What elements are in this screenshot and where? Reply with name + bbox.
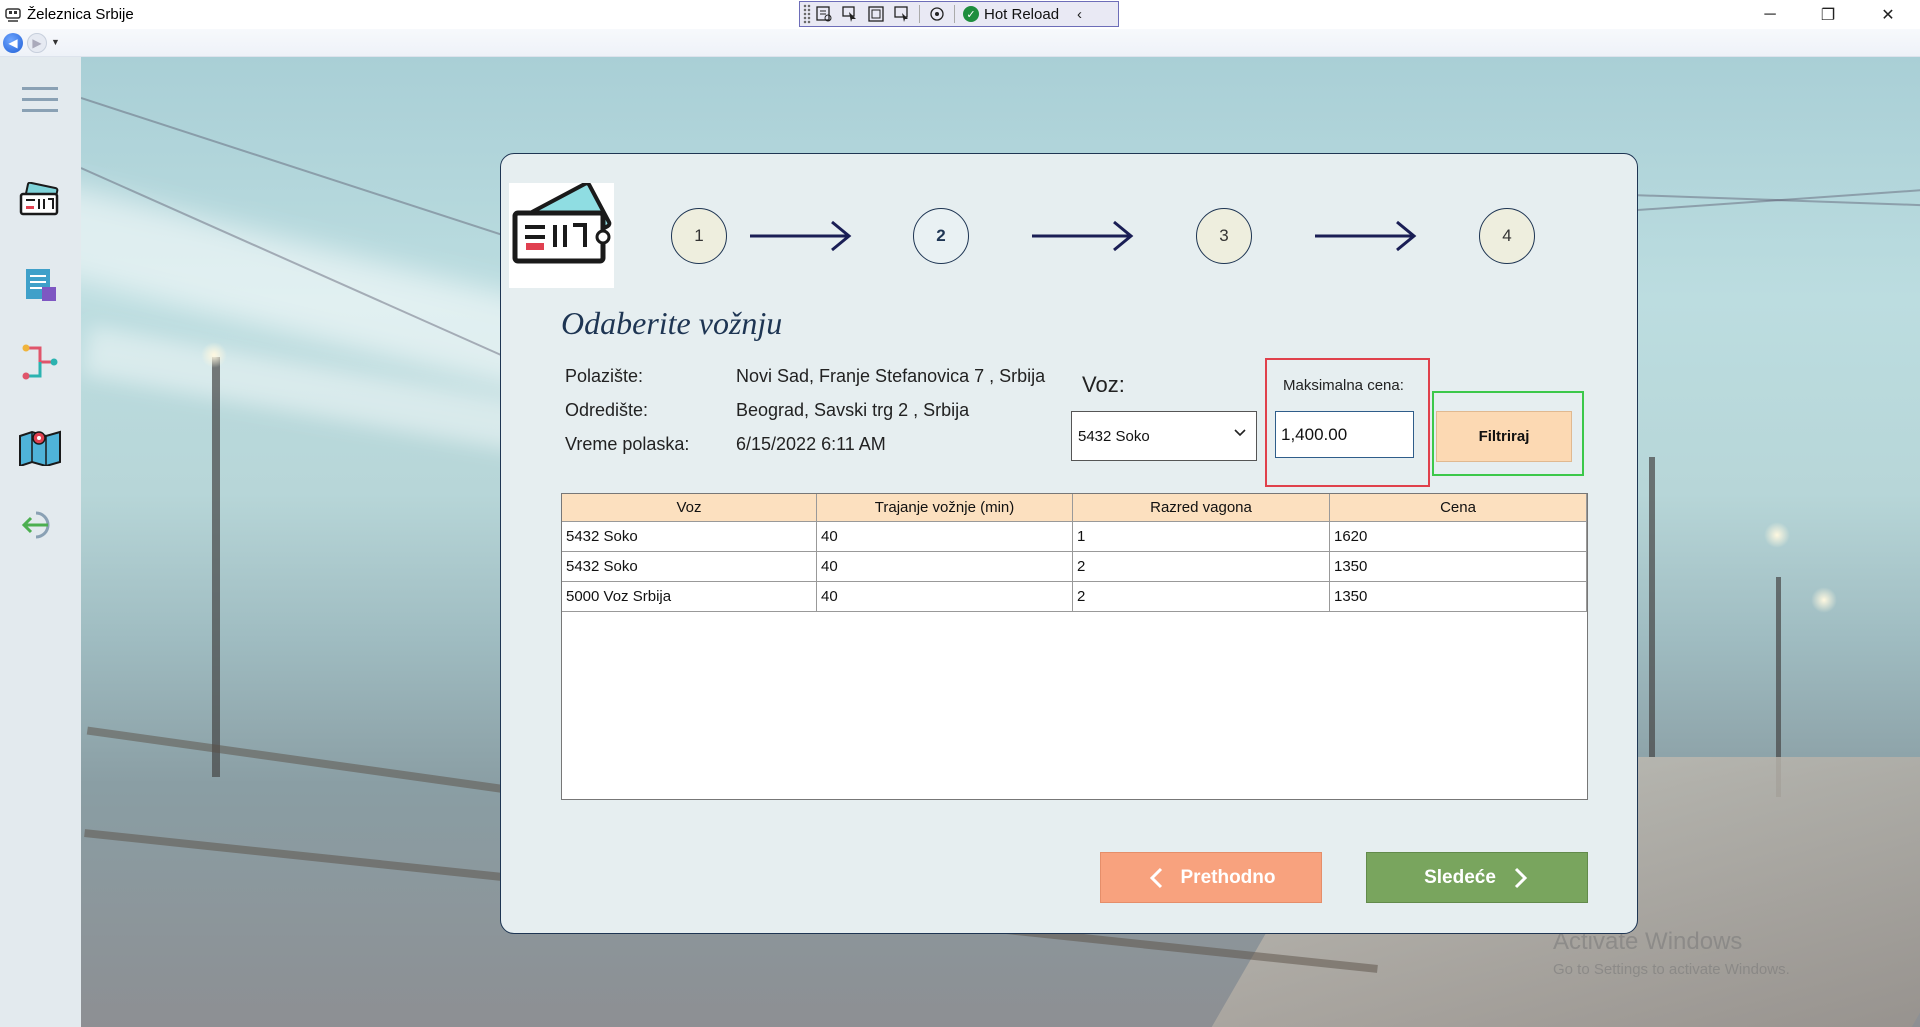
step-4: 4 xyxy=(1479,208,1535,264)
window-title: Železnica Srbije xyxy=(27,6,134,23)
next-button-label: Sledeće xyxy=(1424,866,1496,888)
app-icon xyxy=(5,8,21,22)
list-icon[interactable] xyxy=(14,260,66,310)
lamp-post xyxy=(212,357,220,777)
table-cell: 1350 xyxy=(1330,582,1587,612)
train-label: Voz: xyxy=(1082,372,1125,397)
column-header[interactable]: Razred vagona xyxy=(1073,494,1330,522)
destination-value: Beograd, Savski trg 2 , Srbija xyxy=(736,400,970,420)
xaml-debug-toolbar: ✓ Hot Reload ‹ xyxy=(799,1,1119,27)
minimize-button[interactable]: ─ xyxy=(1742,0,1798,29)
toolbar-separator xyxy=(954,5,955,23)
table-cell: 1620 xyxy=(1330,522,1587,552)
live-visual-tree-icon[interactable] xyxy=(811,3,837,25)
max-price-label: Maksimalna cena: xyxy=(1283,377,1404,394)
column-header[interactable]: Cena xyxy=(1330,494,1587,522)
chevron-down-icon xyxy=(1234,429,1246,437)
max-price-input[interactable]: 1,400.00 xyxy=(1275,411,1414,458)
table-row[interactable]: 5000 Voz Srbija 40 2 1350 xyxy=(562,582,1587,612)
table-cell: 2 xyxy=(1073,552,1330,582)
restore-button[interactable]: ❐ xyxy=(1800,0,1856,29)
catenary-pole xyxy=(1649,457,1655,757)
arrow-right-icon xyxy=(1032,220,1134,252)
step-1: 1 xyxy=(671,208,727,264)
arrow-right-icon xyxy=(1315,220,1417,252)
lamp-light xyxy=(1764,522,1790,548)
table-cell: 1350 xyxy=(1330,552,1587,582)
previous-button-label: Prethodno xyxy=(1180,866,1276,888)
step-label: 3 xyxy=(1219,226,1229,245)
column-header[interactable]: Voz xyxy=(562,494,817,522)
previous-button[interactable]: Prethodno xyxy=(1100,852,1322,903)
logout-icon[interactable] xyxy=(14,500,66,550)
back-button[interactable]: ◀ xyxy=(3,33,23,53)
filter-button[interactable]: Filtriraj xyxy=(1436,411,1572,462)
step-label: 4 xyxy=(1502,226,1512,245)
track-focus-icon[interactable] xyxy=(889,3,915,25)
table-cell: 40 xyxy=(817,552,1073,582)
chevron-right-icon xyxy=(1514,867,1528,888)
rides-table: Voz Trajanje vožnje (min) Razred vagona … xyxy=(561,493,1588,800)
table-cell: 2 xyxy=(1073,582,1330,612)
map-icon[interactable] xyxy=(14,421,66,471)
table-cell: 5000 Voz Srbija xyxy=(562,582,817,612)
title-bar: Železnica Srbije ✓ Hot Reload ‹ ─ ❐ ✕ xyxy=(0,0,1920,29)
close-window-button[interactable]: ✕ xyxy=(1860,0,1916,29)
table-cell: 40 xyxy=(817,582,1073,612)
table-row[interactable]: 5432 Soko 40 2 1350 xyxy=(562,552,1587,582)
step-label: 2 xyxy=(936,226,946,245)
departure-time-value: 6/15/2022 6:11 AM xyxy=(736,434,886,454)
arrow-right-icon xyxy=(750,220,852,252)
forward-button[interactable]: ▶ xyxy=(27,33,47,53)
table-row[interactable]: 5432 Soko 40 1 1620 xyxy=(562,522,1587,552)
departure-value: Novi Sad, Franje Stefanovica 7 , Srbija xyxy=(736,366,1046,386)
page-title: Odaberite vožnju xyxy=(561,305,783,341)
history-dropdown-icon[interactable]: ▼ xyxy=(51,37,60,47)
train-select-value: 5432 Soko xyxy=(1078,427,1150,445)
route-icon[interactable] xyxy=(14,337,66,387)
menu-icon[interactable] xyxy=(14,75,66,125)
table-cell: 5432 Soko xyxy=(562,552,817,582)
navigation-bar: ◀ ▶ ▼ xyxy=(0,29,1920,57)
toolbar-separator xyxy=(919,5,920,23)
destination-label: Odredište: xyxy=(565,400,649,420)
ticket-icon[interactable] xyxy=(14,177,66,227)
table-header: Voz Trajanje vožnje (min) Razred vagona … xyxy=(562,494,1587,522)
table-cell: 40 xyxy=(817,522,1073,552)
collapse-toolbar-icon[interactable]: ‹ xyxy=(1077,6,1082,23)
ticket-logo xyxy=(509,181,614,288)
activation-watermark-subtitle: Go to Settings to activate Windows. xyxy=(1553,961,1790,978)
table-cell: 5432 Soko xyxy=(562,522,817,552)
check-icon: ✓ xyxy=(963,6,979,22)
lamp-light xyxy=(1811,587,1837,613)
select-element-icon[interactable] xyxy=(837,3,863,25)
toolbar-grip[interactable] xyxy=(803,4,811,24)
hot-reload-label: Hot Reload xyxy=(984,5,1060,23)
step-label: 1 xyxy=(694,226,704,245)
step-2: 2 xyxy=(913,208,969,264)
binding-failures-icon[interactable] xyxy=(924,3,950,25)
lamp-light xyxy=(201,342,227,368)
layout-adorners-icon[interactable] xyxy=(863,3,889,25)
chevron-left-icon xyxy=(1149,867,1162,888)
train-select[interactable]: 5432 Soko xyxy=(1071,411,1257,461)
column-header[interactable]: Trajanje vožnje (min) xyxy=(817,494,1073,522)
next-button[interactable]: Sledeće xyxy=(1366,852,1588,903)
departure-time-label: Vreme polaska: xyxy=(565,434,690,454)
table-cell: 1 xyxy=(1073,522,1330,552)
step-3: 3 xyxy=(1196,208,1252,264)
hot-reload-status[interactable]: ✓ Hot Reload xyxy=(963,6,1059,23)
departure-label: Polazište: xyxy=(565,366,644,386)
sidebar xyxy=(0,57,81,1027)
